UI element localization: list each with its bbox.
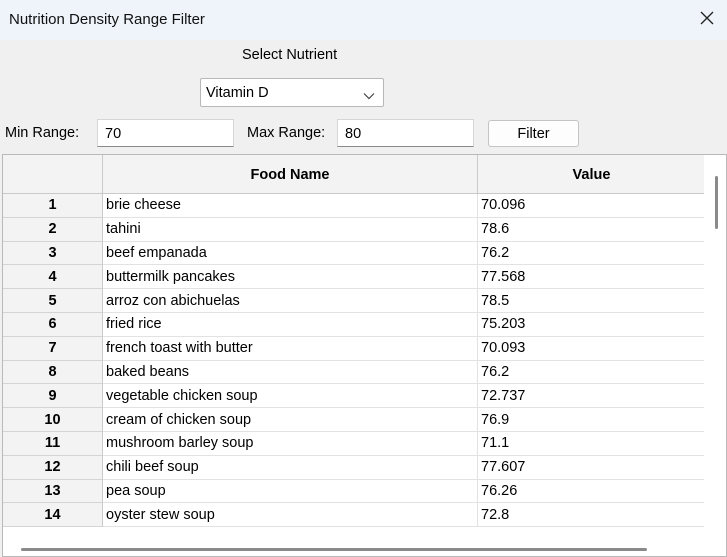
row-number[interactable]: 8 <box>3 360 103 385</box>
row-number[interactable]: 6 <box>3 312 103 337</box>
title-bar: Nutrition Density Range Filter <box>0 0 727 40</box>
value-header[interactable]: Value <box>478 155 706 194</box>
value-cell[interactable]: 70.093 <box>478 336 706 361</box>
value-cell[interactable]: 70.096 <box>478 194 706 218</box>
value-cell[interactable]: 72.737 <box>478 384 706 409</box>
value-cell[interactable]: 78.5 <box>478 289 706 313</box>
window-title: Nutrition Density Range Filter <box>9 11 205 28</box>
food-name-cell[interactable]: fried rice <box>103 312 478 337</box>
filter-button[interactable]: Filter <box>488 120 579 147</box>
value-cell[interactable]: 77.568 <box>478 265 706 290</box>
row-number[interactable]: 13 <box>3 479 103 504</box>
nutrient-select[interactable]: Vitamin D <box>200 78 384 107</box>
value-cell[interactable]: 76.2 <box>478 360 706 385</box>
food-name-cell[interactable]: buttermilk pancakes <box>103 265 478 290</box>
results-table: Food Name Value 1 brie cheese 70.096 2 tahin… <box>2 154 727 557</box>
food-name-cell[interactable]: tahini <box>103 217 478 242</box>
row-number[interactable]: 2 <box>3 217 103 242</box>
row-number[interactable]: 14 <box>3 503 103 528</box>
value-cell[interactable]: 76.2 <box>478 241 706 266</box>
table-row[interactable]: 2 tahini 78.6 <box>3 217 706 242</box>
row-number[interactable]: 4 <box>3 265 103 290</box>
max-range-label: Max Range: <box>247 125 326 141</box>
food-name-cell[interactable]: baked beans <box>103 360 478 385</box>
food-name-cell[interactable]: mushroom barley soup <box>103 431 478 456</box>
nutrient-select-value: Vitamin D <box>206 85 269 101</box>
close-button[interactable] <box>687 0 727 40</box>
select-nutrient-label: Select Nutrient <box>242 47 338 63</box>
value-cell[interactable]: 72.8 <box>478 503 706 528</box>
food-name-cell[interactable]: vegetable chicken soup <box>103 384 478 409</box>
row-number[interactable]: 12 <box>3 455 103 480</box>
horizontal-scroll-thumb[interactable] <box>21 548 647 551</box>
value-cell[interactable]: 76.9 <box>478 408 706 432</box>
table-row[interactable]: 7 french toast with butter 70.093 <box>3 336 706 361</box>
row-number[interactable]: 11 <box>3 431 103 456</box>
max-range-input[interactable]: 80 <box>337 119 474 147</box>
table-row[interactable]: 5 arroz con abichuelas 78.5 <box>3 289 706 313</box>
row-number-header[interactable] <box>3 155 103 194</box>
min-range-input[interactable]: 70 <box>97 119 234 147</box>
vertical-scrollbar[interactable] <box>704 155 726 556</box>
row-number[interactable]: 3 <box>3 241 103 266</box>
row-number[interactable]: 9 <box>3 384 103 409</box>
table-header: Food Name Value <box>3 155 706 194</box>
table-row[interactable]: 13 pea soup 76.26 <box>3 479 706 504</box>
food-name-cell[interactable]: french toast with butter <box>103 336 478 361</box>
table-row[interactable]: 8 baked beans 76.2 <box>3 360 706 385</box>
value-cell[interactable]: 78.6 <box>478 217 706 242</box>
table-row[interactable]: 9 vegetable chicken soup 72.737 <box>3 384 706 409</box>
table-row[interactable]: 6 fried rice 75.203 <box>3 312 706 337</box>
table-row[interactable]: 3 beef empanada 76.2 <box>3 241 706 266</box>
food-name-header[interactable]: Food Name <box>103 155 478 194</box>
food-name-cell[interactable]: beef empanada <box>103 241 478 266</box>
value-cell[interactable]: 76.26 <box>478 479 706 504</box>
food-name-cell[interactable]: chili beef soup <box>103 455 478 480</box>
horizontal-scrollbar[interactable] <box>3 542 706 556</box>
food-name-cell[interactable]: oyster stew soup <box>103 503 478 528</box>
table-row[interactable]: 4 buttermilk pancakes 77.568 <box>3 265 706 290</box>
row-number[interactable]: 10 <box>3 408 103 432</box>
table-row[interactable]: 14 oyster stew soup 72.8 <box>3 503 706 528</box>
vertical-scroll-thumb[interactable] <box>715 176 718 229</box>
value-cell[interactable]: 75.203 <box>478 312 706 337</box>
food-name-cell[interactable]: brie cheese <box>103 194 478 218</box>
food-name-cell[interactable]: cream of chicken soup <box>103 408 478 432</box>
row-number[interactable]: 1 <box>3 194 103 218</box>
min-range-label: Min Range: <box>5 125 80 141</box>
chevron-down-icon <box>363 88 375 104</box>
row-number[interactable]: 5 <box>3 289 103 313</box>
close-icon <box>700 11 714 30</box>
value-cell[interactable]: 77.607 <box>478 455 706 480</box>
table-row[interactable]: 11 mushroom barley soup 71.1 <box>3 431 706 456</box>
table-row[interactable]: 12 chili beef soup 77.607 <box>3 455 706 480</box>
food-name-cell[interactable]: pea soup <box>103 479 478 504</box>
table-body: 1 brie cheese 70.096 2 tahini 78.6 3 beef empan… <box>3 194 706 528</box>
row-number[interactable]: 7 <box>3 336 103 361</box>
table-row[interactable]: 1 brie cheese 70.096 <box>3 194 706 218</box>
value-cell[interactable]: 71.1 <box>478 431 706 456</box>
food-name-cell[interactable]: arroz con abichuelas <box>103 289 478 313</box>
table-row[interactable]: 10 cream of chicken soup 76.9 <box>3 408 706 432</box>
